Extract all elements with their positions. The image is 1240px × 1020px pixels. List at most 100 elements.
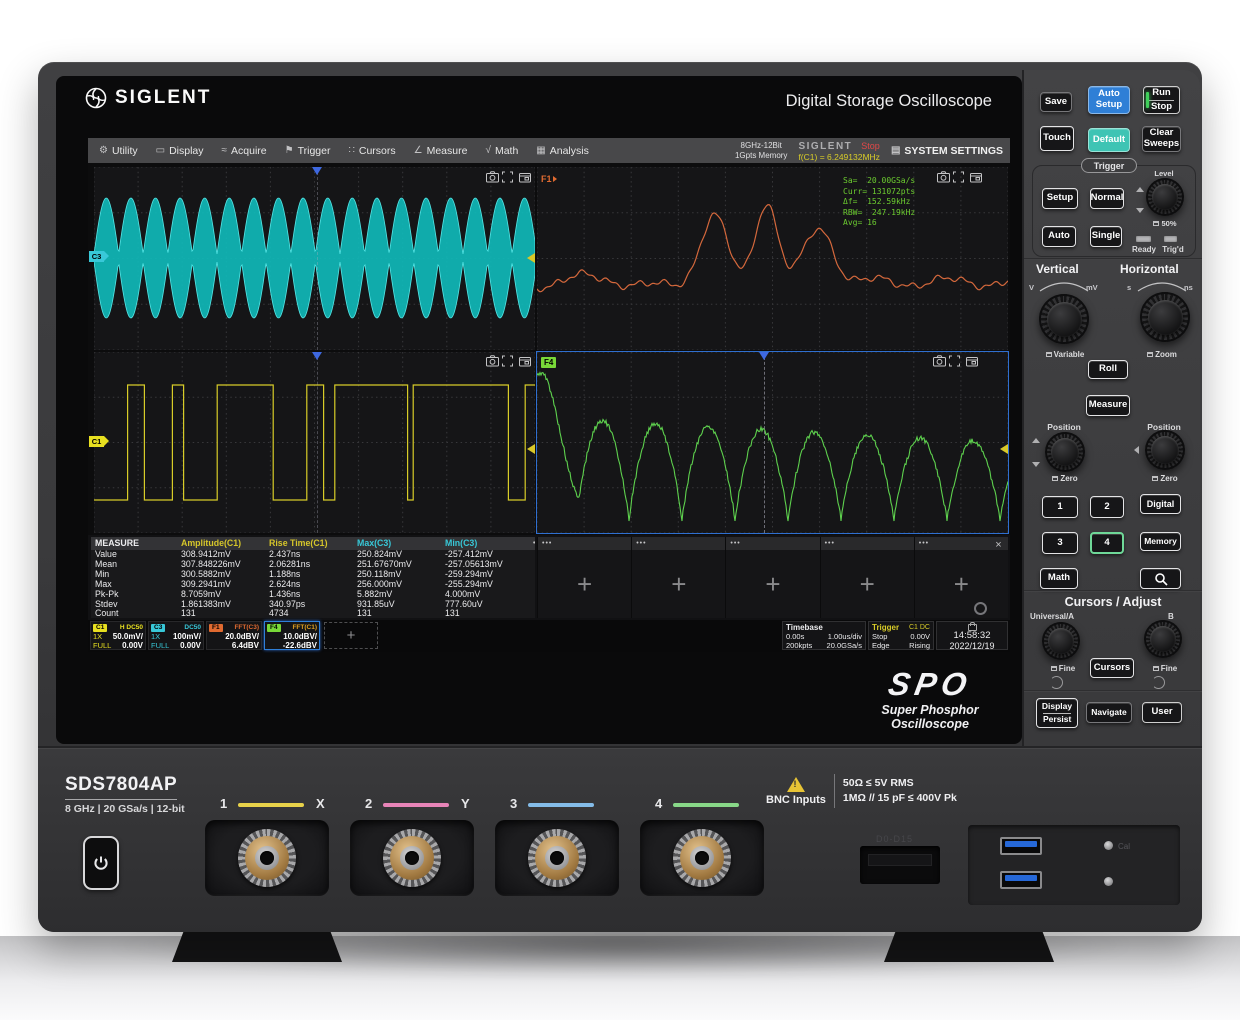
measure-value: 931.85uV (357, 599, 445, 609)
touch-button[interactable]: Touch (1040, 126, 1074, 151)
c3-channel-marker[interactable]: C3 (89, 251, 109, 262)
spo-logo: SPO Super Phosphor Oscilloscope (845, 666, 1015, 731)
trigger-level-knob[interactable] (1146, 178, 1184, 216)
navigate-button[interactable]: Navigate (1086, 702, 1132, 723)
acquisition-spec: 8GHz-12Bit 1Gpts Memory (735, 141, 787, 160)
save-button[interactable]: Save (1040, 92, 1072, 112)
bnc-connector[interactable] (640, 820, 764, 896)
history-icon[interactable] (974, 602, 987, 615)
slot-options-icon[interactable]: ••• (538, 537, 631, 550)
system-settings-button[interactable]: ▤ SYSTEM SETTINGS (891, 145, 1003, 157)
cursors-button[interactable]: Cursors (1090, 658, 1134, 678)
trigger-level-marker[interactable] (527, 444, 535, 454)
horizontal-scale-knob[interactable] (1140, 292, 1190, 342)
universal-a-knob[interactable] (1042, 622, 1080, 660)
trigger-normal-button[interactable]: Normal (1090, 188, 1124, 209)
trigger-level-marker[interactable] (527, 253, 535, 263)
channel-1-button[interactable]: 1 (1042, 496, 1078, 518)
c1-channel-marker[interactable]: C1 (89, 436, 109, 447)
horizontal-position-knob[interactable] (1145, 430, 1185, 470)
measurement-slot[interactable]: •••+ (631, 537, 725, 618)
trigger-position-marker[interactable] (759, 352, 769, 360)
trigger-level-marker[interactable] (1000, 444, 1008, 454)
channel-2-button[interactable]: 2 (1090, 496, 1124, 518)
menu-item-cursors[interactable]: ∷Cursors (339, 138, 404, 163)
close-measure-icon[interactable]: × (991, 539, 1006, 552)
grid-f1-fft[interactable]: F1 Sa= 20.00GSa/sCurr= 131072ptsΔf= 152.… (537, 167, 1008, 350)
memory-button[interactable]: Memory (1140, 532, 1181, 551)
usb-port-1[interactable] (1000, 837, 1042, 855)
b-knob[interactable] (1144, 620, 1182, 658)
run-state-text: Stop (861, 141, 880, 151)
trigger-setup-button[interactable]: Setup (1042, 188, 1078, 209)
b-knob-label: B (1168, 612, 1174, 621)
channel-4-button[interactable]: 4 (1090, 532, 1124, 554)
vertical-scale-knob[interactable] (1039, 294, 1089, 344)
user-button[interactable]: User (1142, 702, 1182, 723)
bnc-connector[interactable] (495, 820, 619, 896)
menu-item-trigger[interactable]: ⚑Trigger (276, 138, 340, 163)
menu-item-analysis[interactable]: ▦Analysis (527, 138, 598, 163)
bnc-connector[interactable] (205, 820, 329, 896)
channel-3-button[interactable]: 3 (1042, 532, 1078, 554)
grid-toolbar-icons[interactable] (486, 354, 532, 372)
digital-button[interactable]: Digital (1140, 494, 1181, 514)
menu-item-acquire[interactable]: ≈Acquire (213, 138, 276, 163)
channel-number: 4 (655, 796, 662, 811)
menu-item-measure[interactable]: ∠Measure (405, 138, 477, 163)
roll-button[interactable]: Roll (1088, 360, 1128, 379)
bnc-connector[interactable] (350, 820, 474, 896)
channel-box-f4[interactable]: F4FFT(C1)10.0dBV/-22.6dBV (264, 621, 320, 650)
add-measurement-icon[interactable]: + (915, 550, 1008, 618)
channel-box-f1[interactable]: F1FFT(C3)20.0dBV/6.4dBV (206, 621, 262, 650)
grid-toolbar-icons[interactable] (937, 170, 983, 188)
menu-item-utility[interactable]: ⚙Utility (90, 138, 147, 163)
auto-setup-button[interactable]: AutoSetup (1088, 86, 1130, 114)
math-button[interactable]: Math (1040, 568, 1078, 589)
digital-connector-slot (860, 846, 940, 884)
channel-box-c1[interactable]: C1H DC501X50.0mV/FULL0.00V (90, 621, 146, 650)
usb-port-2[interactable] (1000, 871, 1042, 889)
measure-column-header[interactable]: Min(C3) (445, 538, 533, 548)
menu-item-math[interactable]: √Math (476, 138, 527, 163)
f4-trace-label[interactable]: F4 (541, 357, 556, 368)
trigger-auto-button[interactable]: Auto (1042, 226, 1076, 247)
trigger-section-label: Trigger (1081, 158, 1137, 173)
measure-column-header[interactable]: Amplitude(C1) (181, 538, 269, 548)
slot-options-icon[interactable]: ••• (821, 537, 914, 550)
add-measurement-icon[interactable]: + (538, 550, 631, 618)
vertical-position-knob[interactable] (1045, 432, 1085, 472)
f1-trace-label[interactable]: F1 (541, 174, 557, 184)
run-stop-button[interactable]: RunStop (1143, 86, 1180, 114)
measurement-slot[interactable]: •••+ (820, 537, 914, 618)
display-persist-button[interactable]: DisplayPersist (1036, 698, 1078, 728)
slot-options-icon[interactable]: ••• (726, 537, 819, 550)
grid-c3-am-waveform[interactable]: C3 (94, 167, 535, 350)
default-button[interactable]: Default (1088, 128, 1130, 152)
menu-item-display[interactable]: ▭Display (147, 138, 213, 163)
timebase-box[interactable]: Timebase 0.00s1.00us/div 200kpts20.0GSa/… (782, 621, 866, 650)
grid-c1-digital-waveform[interactable]: C1 (94, 352, 535, 533)
add-measurement-icon[interactable]: + (726, 550, 819, 618)
grid-f4-fft-selected[interactable]: F4 (537, 352, 1008, 533)
add-measurement-icon[interactable]: + (632, 550, 725, 618)
trigger-position-marker[interactable] (312, 167, 322, 175)
measurement-slot[interactable]: •••+ (537, 537, 631, 618)
grid-toolbar-icons[interactable] (486, 170, 532, 188)
more-options-icon[interactable]: ••• (533, 540, 535, 547)
trigger-status-box[interactable]: TriggerC1 DC Stop0.00V EdgeRising (868, 621, 934, 650)
slot-options-icon[interactable]: ••• (632, 537, 725, 550)
channel-box-c3[interactable]: C3DC501X100mV/FULL0.00V (148, 621, 204, 650)
measure-column-header[interactable]: Rise Time(C1) (269, 538, 357, 548)
measure-value: 131 (357, 608, 445, 618)
trigger-single-button[interactable]: Single (1090, 226, 1122, 247)
measure-button[interactable]: Measure (1086, 395, 1130, 416)
grid-toolbar-icons[interactable] (933, 354, 979, 372)
add-channel-slot[interactable]: + (324, 622, 378, 649)
measurement-slot[interactable]: •••+ (725, 537, 819, 618)
add-measurement-icon[interactable]: + (821, 550, 914, 618)
trigger-position-marker[interactable] (312, 352, 322, 360)
measure-column-header[interactable]: Max(C3) (357, 538, 445, 548)
clear-sweeps-button[interactable]: ClearSweeps (1142, 126, 1181, 152)
search-button[interactable] (1140, 568, 1181, 589)
